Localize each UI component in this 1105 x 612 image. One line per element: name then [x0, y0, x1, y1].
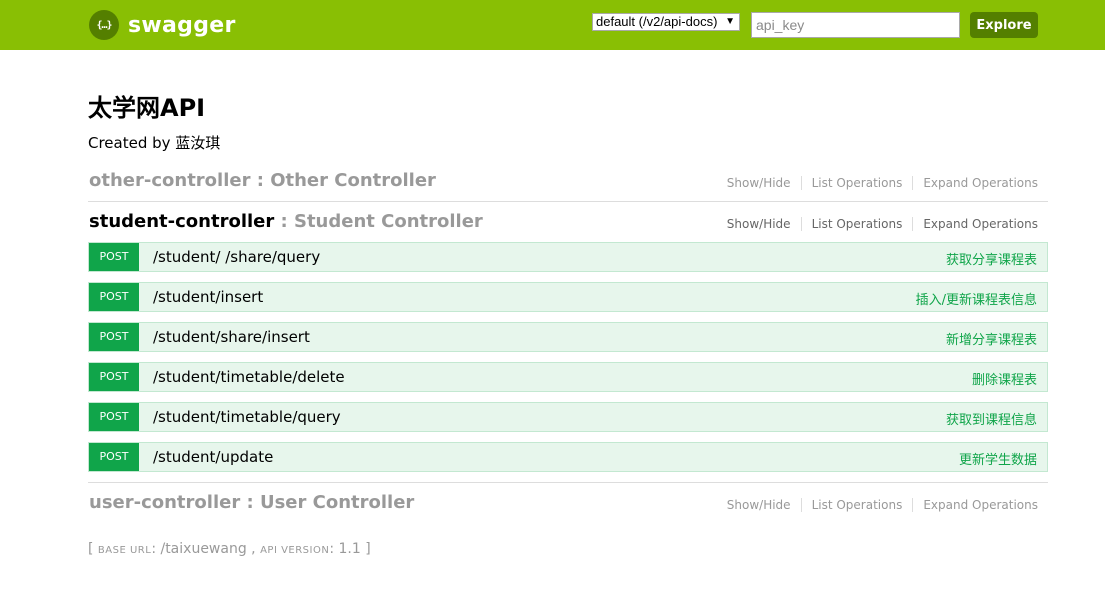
method-badge[interactable]: POST [89, 403, 139, 431]
controller-title[interactable]: user-controller : User Controller [89, 492, 414, 513]
operation-row[interactable]: POST /student/timetable/delete 删除课程表 [88, 362, 1048, 392]
controller-user: user-controller : User Controller Show/H… [88, 492, 1048, 528]
show-hide-link[interactable]: Show/Hide [717, 498, 802, 512]
operation-row[interactable]: POST /student/share/insert 新增分享课程表 [88, 322, 1048, 352]
operation-path[interactable]: /student/update [153, 448, 273, 466]
divider [88, 482, 1048, 483]
swagger-logo[interactable]: {…} swagger [89, 10, 236, 40]
controller-name[interactable]: other-controller [89, 170, 250, 191]
logo-symbol: {…} [96, 19, 112, 31]
operation-row[interactable]: POST /student/insert 插入/更新课程表信息 [88, 282, 1048, 312]
swagger-logo-icon: {…} [89, 10, 119, 40]
controller-title[interactable]: student-controller : Student Controller [89, 211, 483, 232]
operation-path[interactable]: /student/ /share/query [153, 248, 320, 266]
method-badge[interactable]: POST [89, 243, 139, 271]
controller-links: Show/Hide List Operations Expand Operati… [717, 498, 1038, 512]
method-badge[interactable]: POST [89, 283, 139, 311]
operation-row[interactable]: POST /student/ /share/query 获取分享课程表 [88, 242, 1048, 272]
operations-list: POST /student/ /share/query 获取分享课程表 POST… [88, 242, 1048, 482]
controller-title[interactable]: other-controller : Other Controller [89, 170, 436, 191]
spec-selector-value: default (/v2/api-docs) [596, 14, 718, 29]
base-url-value: : /taixuewang [151, 541, 247, 557]
api-version-label: API VERSION [260, 545, 330, 556]
operation-summary[interactable]: 删除课程表 [972, 369, 1037, 388]
expand-operations-link[interactable]: Expand Operations [913, 217, 1038, 231]
dropdown-arrow-icon: ▼ [725, 16, 735, 27]
method-badge[interactable]: POST [89, 363, 139, 391]
expand-operations-link[interactable]: Expand Operations [913, 498, 1038, 512]
operation-path[interactable]: /student/insert [153, 288, 263, 306]
operation-summary[interactable]: 获取分享课程表 [946, 249, 1037, 268]
controller-description: Student Controller [293, 211, 483, 232]
show-hide-link[interactable]: Show/Hide [717, 217, 802, 231]
operation-row[interactable]: POST /student/update 更新学生数据 [88, 442, 1048, 472]
operation-summary[interactable]: 获取到课程信息 [946, 409, 1037, 428]
controller-separator: : [250, 170, 271, 191]
footer-close-bracket: ] [360, 541, 371, 557]
logo-text: swagger [128, 12, 236, 38]
base-url-label: BASE URL [97, 545, 152, 556]
operation-summary[interactable]: 新增分享课程表 [946, 329, 1037, 348]
api-footer: [ BASE URL: /taixuewang , API VERSION: 1… [88, 541, 371, 557]
explore-button[interactable]: Explore [970, 12, 1038, 38]
operation-summary[interactable]: 更新学生数据 [959, 449, 1037, 468]
operation-path[interactable]: /student/timetable/query [153, 408, 341, 426]
top-bar: {…} swagger default (/v2/api-docs) ▼ Exp… [0, 0, 1105, 50]
list-operations-link[interactable]: List Operations [802, 498, 914, 512]
controller-name[interactable]: user-controller [89, 492, 240, 513]
api-key-input[interactable] [751, 12, 960, 38]
controller-links: Show/Hide List Operations Expand Operati… [717, 217, 1038, 231]
controller-description: User Controller [259, 492, 415, 513]
controller-separator: : [240, 492, 260, 513]
controller-links: Show/Hide List Operations Expand Operati… [717, 176, 1038, 190]
footer-comma: , [246, 541, 261, 557]
method-badge[interactable]: POST [89, 323, 139, 351]
api-created-by: Created by 蓝汝琪 [88, 134, 221, 152]
operation-row[interactable]: POST /student/timetable/query 获取到课程信息 [88, 402, 1048, 432]
controller-separator: : [274, 211, 294, 232]
api-title: 太学网API [88, 94, 206, 122]
method-badge[interactable]: POST [89, 443, 139, 471]
footer-open-bracket: [ [88, 541, 98, 557]
expand-operations-link[interactable]: Expand Operations [913, 176, 1038, 190]
operation-summary[interactable]: 插入/更新课程表信息 [916, 289, 1037, 308]
divider [88, 201, 1048, 202]
operation-path[interactable]: /student/share/insert [153, 328, 310, 346]
list-operations-link[interactable]: List Operations [802, 176, 914, 190]
controller-name[interactable]: student-controller [89, 211, 274, 232]
show-hide-link[interactable]: Show/Hide [717, 176, 802, 190]
api-version-value: : 1.1 [329, 541, 361, 557]
list-operations-link[interactable]: List Operations [802, 217, 914, 231]
controller-description: Other Controller [270, 170, 436, 191]
operation-path[interactable]: /student/timetable/delete [153, 368, 345, 386]
spec-selector[interactable]: default (/v2/api-docs) ▼ [592, 13, 740, 31]
